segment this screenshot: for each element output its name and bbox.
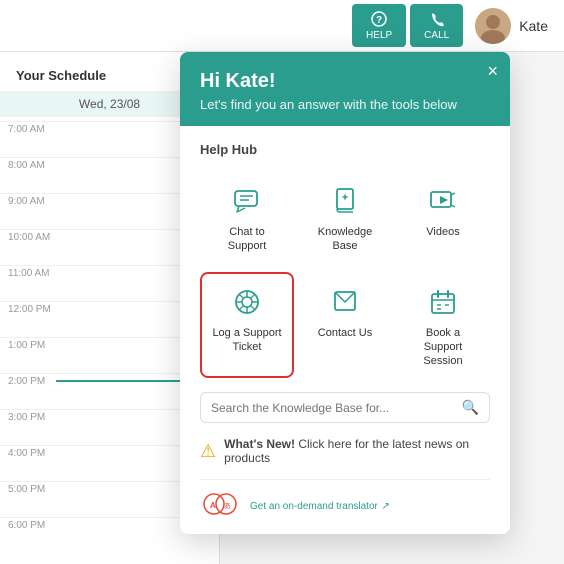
videos-label: Videos xyxy=(426,225,459,239)
help-item-contact[interactable]: Contact Us xyxy=(298,272,392,379)
translator-link[interactable]: Get an on-demand translator ↗ xyxy=(250,497,390,512)
call-label: CALL xyxy=(424,30,449,41)
top-nav: ? HELP CALL Kate xyxy=(0,0,564,52)
contact-icon xyxy=(327,284,363,320)
time-label: 4:00 PM xyxy=(8,446,56,459)
help-item-chat[interactable]: Chat toSupport xyxy=(200,171,294,264)
time-label: 6:00 PM xyxy=(8,518,56,531)
popup-body: Help Hub Chat toSupport xyxy=(180,126,510,534)
help-grid: Chat toSupport KnowledgeBase xyxy=(200,171,490,378)
help-button[interactable]: ? HELP xyxy=(352,4,406,47)
ticket-icon xyxy=(229,284,265,320)
main-layout: Your Schedule Wed, 23/08 7:00 AM8:00 AM9… xyxy=(0,52,564,564)
whats-new-row[interactable]: ⚠ What's New! Click here for the latest … xyxy=(200,433,490,469)
call-button[interactable]: CALL xyxy=(410,4,463,47)
help-item-book[interactable]: Book aSupportSession xyxy=(396,272,490,379)
time-label: 9:00 AM xyxy=(8,194,56,207)
help-item-ticket[interactable]: Log a SupportTicket xyxy=(200,272,294,379)
videos-icon xyxy=(425,183,461,219)
chat-label: Chat toSupport xyxy=(228,225,267,254)
book-label: Book aSupportSession xyxy=(423,326,462,369)
help-popup: Hi Kate! Let's find you an answer with t… xyxy=(180,52,510,534)
ticket-label: Log a SupportTicket xyxy=(212,326,281,355)
translator-icon: A あ xyxy=(200,490,240,518)
knowledge-label: KnowledgeBase xyxy=(318,225,372,254)
search-input[interactable] xyxy=(211,401,462,415)
user-name: Kate xyxy=(519,18,548,34)
nav-icons: ? HELP CALL Kate xyxy=(352,4,548,47)
svg-text:?: ? xyxy=(376,15,382,26)
knowledge-icon xyxy=(327,183,363,219)
help-hub-label: Help Hub xyxy=(200,142,490,157)
svg-text:あ: あ xyxy=(224,502,231,510)
book-icon xyxy=(425,284,461,320)
time-label: 12:00 PM xyxy=(8,302,56,315)
time-label: 11:00 AM xyxy=(8,266,56,279)
user-avatar-area[interactable]: Kate xyxy=(475,8,548,44)
help-item-videos[interactable]: Videos xyxy=(396,171,490,264)
contact-label: Contact Us xyxy=(318,326,372,340)
phone-icon xyxy=(428,10,446,28)
time-label: 10:00 AM xyxy=(8,230,56,243)
popup-header: Hi Kate! Let's find you an answer with t… xyxy=(180,52,510,126)
search-bar: 🔍 xyxy=(200,392,490,423)
popup-subtitle: Let's find you an answer with the tools … xyxy=(200,97,490,112)
translator-row: A あ Get an on-demand translator ↗ xyxy=(200,479,490,518)
translator-label: Get an on-demand translator xyxy=(250,501,378,512)
close-button[interactable]: × xyxy=(487,62,498,80)
whats-new-prefix: What's New! xyxy=(224,437,295,451)
time-label: 7:00 AM xyxy=(8,122,56,135)
svg-text:A: A xyxy=(210,501,216,510)
search-icon: 🔍 xyxy=(462,399,479,416)
time-label: 1:00 PM xyxy=(8,338,56,351)
popup-greeting: Hi Kate! xyxy=(200,70,490,93)
time-label: 8:00 AM xyxy=(8,158,56,171)
help-label: HELP xyxy=(366,30,392,41)
time-label: 2:00 PM xyxy=(8,374,56,387)
time-label: 5:00 PM xyxy=(8,482,56,495)
whats-new-icon: ⚠ xyxy=(200,441,216,462)
whats-new-text: What's New! Click here for the latest ne… xyxy=(224,437,490,465)
avatar xyxy=(475,8,511,44)
chat-icon xyxy=(229,183,265,219)
external-link-icon: ↗ xyxy=(381,501,389,512)
help-icon: ? xyxy=(370,10,388,28)
time-label: 3:00 PM xyxy=(8,410,56,423)
help-item-knowledge[interactable]: KnowledgeBase xyxy=(298,171,392,264)
